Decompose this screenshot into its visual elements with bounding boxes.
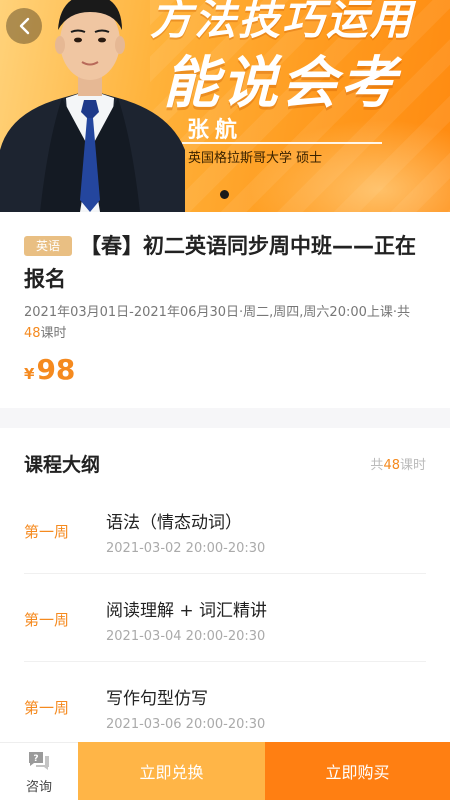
course-info: 英语 【春】初二英语同步周中班——正在报名 2021年03月01日-2021年0… (0, 212, 450, 408)
lesson-unit: 课时 (40, 326, 67, 341)
consult-label: 咨询 (25, 780, 52, 795)
back-button[interactable] (6, 8, 42, 44)
buy-now-button[interactable]: 立即购买 (265, 742, 450, 800)
name-underline (182, 142, 382, 144)
lesson-time: 2021-03-06 20:00-20:30 (106, 717, 266, 732)
teacher-school: 英国格拉斯哥大学 硕士 (188, 151, 323, 166)
carousel-dot[interactable] (220, 190, 229, 199)
course-banner: 方法技巧运用 能说会考 张航 英国格拉斯哥大学 硕士 (0, 0, 450, 212)
schedule-text: 2021年03月01日-2021年06月30日·周二,周四,周六20:00上课·… (24, 305, 411, 320)
lesson-item[interactable]: 第一周 语法（情态动词） 2021-03-02 20:00-20:30 (24, 486, 426, 574)
lesson-week: 第一周 (24, 523, 70, 541)
syllabus-count-value: 48 (383, 458, 400, 473)
exchange-now-button[interactable]: 立即兑换 (78, 742, 265, 800)
lesson-count: 48 (24, 326, 41, 341)
syllabus-count-unit: 课时 (399, 458, 426, 473)
banner-headline-2: 能说会考 (163, 51, 399, 116)
lesson-item[interactable]: 第一周 写作句型仿写 2021-03-06 20:00-20:30 (24, 662, 426, 742)
syllabus-count: 共48课时 (370, 454, 426, 473)
price: ¥98 (24, 353, 75, 386)
course-schedule: 2021年03月01日-2021年06月30日·周二,周四,周六20:00上课·… (24, 302, 414, 344)
lesson-name: 阅读理解 + 词汇精讲 (106, 601, 268, 621)
course-title: 【春】初二英语同步周中班——正在报名 (24, 234, 416, 291)
lesson-week: 第一周 (24, 699, 70, 717)
chat-question-icon: ? (29, 752, 49, 770)
lesson-week: 第一周 (24, 611, 70, 629)
section-divider (0, 408, 450, 428)
lesson-name: 语法（情态动词） (106, 513, 242, 533)
lesson-time: 2021-03-02 20:00-20:30 (106, 541, 266, 556)
lesson-name: 写作句型仿写 (106, 689, 208, 709)
svg-text:?: ? (33, 754, 38, 764)
teacher-name: 张航 (187, 118, 244, 143)
lesson-item[interactable]: 第一周 阅读理解 + 词汇精讲 2021-03-04 20:00-20:30 (24, 574, 426, 662)
bottom-action-bar: ? 咨询 立即兑换 立即购买 (0, 742, 450, 800)
syllabus-title: 课程大纲 (24, 454, 101, 476)
lesson-time: 2021-03-04 20:00-20:30 (106, 629, 266, 644)
syllabus-count-prefix: 共 (370, 458, 384, 473)
syllabus-section: 课程大纲 共48课时 第一周 语法（情态动词） 2021-03-02 20:00… (0, 428, 450, 742)
chevron-left-icon (19, 17, 30, 35)
consult-button[interactable]: ? 咨询 (0, 742, 78, 800)
price-currency: ¥ (24, 365, 35, 383)
price-value: 98 (36, 353, 76, 386)
